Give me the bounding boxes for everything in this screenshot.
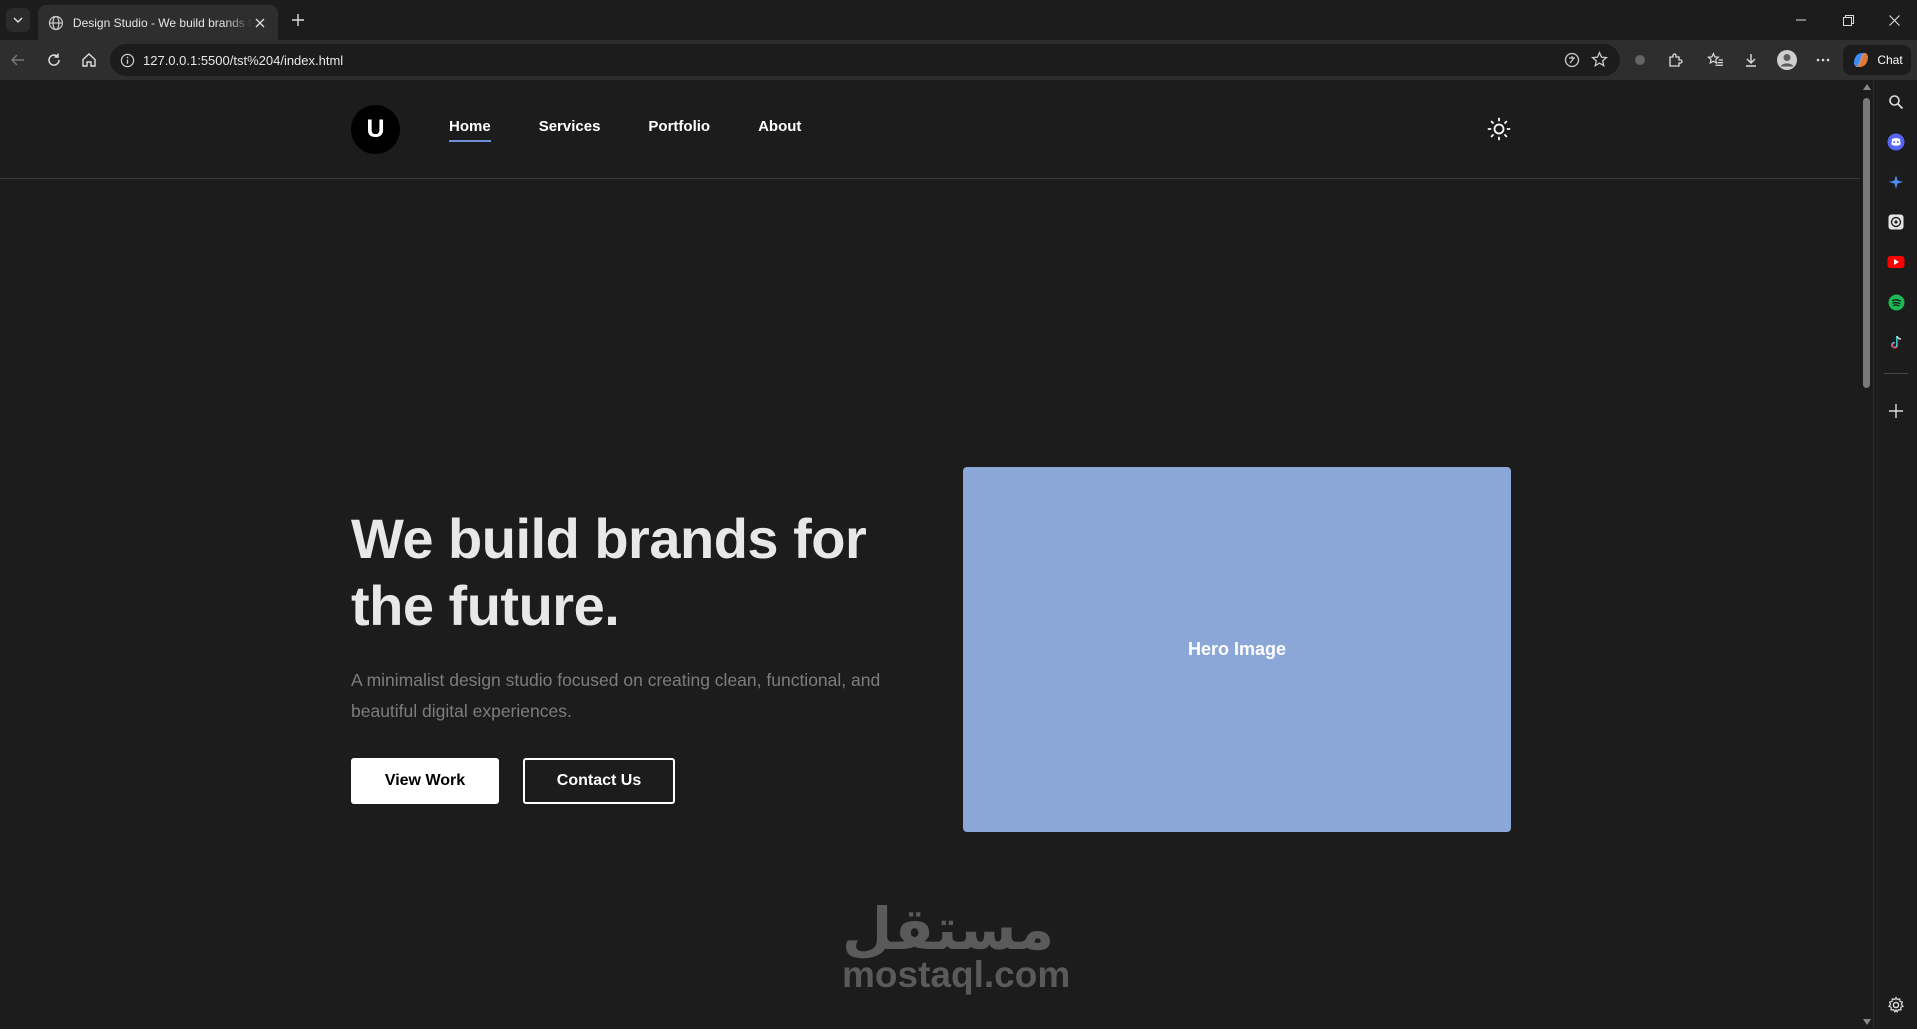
sidebar-add-button[interactable] <box>1885 400 1907 422</box>
extension-button[interactable] <box>1628 48 1652 72</box>
restore-icon <box>1842 14 1854 26</box>
sidebar-copilot-button[interactable] <box>1885 171 1907 193</box>
theme-toggle-button[interactable] <box>1486 116 1512 142</box>
add-icon <box>1889 404 1903 418</box>
nav-home[interactable]: Home <box>449 118 491 142</box>
home-button[interactable] <box>77 48 101 72</box>
chatgpt-icon <box>1888 214 1904 230</box>
sidebar-tiktok-button[interactable] <box>1885 331 1907 353</box>
scrollbar-thumb[interactable] <box>1863 98 1870 388</box>
reload-button[interactable] <box>42 48 66 72</box>
view-work-button[interactable]: View Work <box>351 758 499 804</box>
nav-portfolio[interactable]: Portfolio <box>648 118 710 135</box>
chevron-down-icon <box>13 17 23 24</box>
translate-icon[interactable] <box>1564 52 1580 68</box>
more-horizontal-icon <box>1816 58 1830 62</box>
contact-us-button[interactable]: Contact Us <box>523 758 675 804</box>
browser-tab-bar: Design Studio - We build brands for the … <box>0 0 1917 40</box>
copilot-chat-button[interactable]: Chat <box>1843 45 1911 75</box>
close-window-button[interactable] <box>1871 6 1917 34</box>
hero-image-placeholder: Hero Image <box>963 467 1511 832</box>
site-header: U Home Services Portfolio About <box>0 80 1860 179</box>
settings-and-more-button[interactable] <box>1811 48 1835 72</box>
sidebar-spotify-button[interactable] <box>1885 291 1907 313</box>
nav-about[interactable]: About <box>758 118 801 135</box>
scroll-up-arrow-icon[interactable] <box>1863 84 1871 90</box>
sidebar-youtube-button[interactable] <box>1885 251 1907 273</box>
address-bar[interactable]: 127.0.0.1:5500/tst%204/index.html <box>110 44 1620 76</box>
favorites-button[interactable] <box>1703 48 1727 72</box>
favorites-list-icon <box>1706 51 1723 66</box>
browser-toolbar: 127.0.0.1:5500/tst%204/index.html Chat <box>0 40 1917 80</box>
tiktok-icon <box>1891 335 1902 349</box>
close-icon <box>255 18 265 27</box>
close-tab-button[interactable] <box>252 15 268 31</box>
spotify-icon <box>1888 294 1904 310</box>
nav-services[interactable]: Services <box>539 118 601 135</box>
tab-title: Design Studio - We build brands for the … <box>72 15 252 30</box>
youtube-icon <box>1887 256 1905 268</box>
copilot-icon <box>1854 53 1869 67</box>
close-icon <box>1888 14 1900 26</box>
arrow-left-icon <box>10 54 24 66</box>
watermark-latin: mostaql.com <box>842 954 1071 995</box>
sidebar-search-button[interactable] <box>1885 91 1907 113</box>
sidebar-discord-button[interactable] <box>1885 131 1907 153</box>
sidebar-settings-button[interactable] <box>1885 994 1907 1016</box>
hero-title: We build brands for the future. <box>351 507 867 637</box>
address-url[interactable]: 127.0.0.1:5500/tst%204/index.html <box>143 53 343 68</box>
home-icon <box>82 53 96 67</box>
minimize-button[interactable] <box>1778 6 1824 34</box>
mostaql-watermark: مستقل mostaql.com <box>842 895 1071 996</box>
tab-actions-menu-button[interactable] <box>6 8 30 32</box>
reload-icon <box>48 53 60 66</box>
downloads-button[interactable] <box>1739 48 1763 72</box>
plus-icon <box>292 14 304 26</box>
extensions-button[interactable] <box>1663 48 1687 72</box>
main-nav: Home Services Portfolio About <box>449 118 849 142</box>
page-scrollbar[interactable] <box>1860 80 1873 1029</box>
favorite-star-icon[interactable] <box>1591 51 1608 68</box>
back-button[interactable] <box>6 48 30 72</box>
avatar-icon <box>1777 50 1797 70</box>
restore-button[interactable] <box>1825 6 1871 34</box>
sidebar-chatgpt-button[interactable] <box>1885 211 1907 233</box>
globe-icon <box>48 15 64 30</box>
browser-sidebar <box>1873 80 1917 1029</box>
puzzle-icon <box>1669 53 1683 67</box>
extension-blob-icon <box>1635 55 1645 65</box>
hero-subtitle: A minimalist design studio focused on cr… <box>351 670 881 721</box>
logo-letter: U <box>366 115 385 143</box>
settings-icon <box>1888 996 1904 1013</box>
sidebar-divider <box>1884 373 1908 374</box>
discord-icon <box>1887 133 1905 151</box>
chat-label: Chat <box>1877 53 1903 67</box>
sparkle-icon <box>1889 175 1903 189</box>
sun-icon <box>1487 117 1511 141</box>
search-icon <box>1889 95 1904 110</box>
hero-image-label: Hero Image <box>1187 639 1287 659</box>
browser-tab[interactable]: Design Studio - We build brands for the … <box>38 5 278 40</box>
scroll-down-arrow-icon[interactable] <box>1863 1019 1871 1025</box>
minimize-icon <box>1796 19 1806 21</box>
new-tab-button[interactable] <box>288 10 308 30</box>
site-logo[interactable]: U <box>351 105 400 154</box>
watermark-arabic: مستقل <box>842 895 1055 963</box>
info-icon[interactable] <box>120 53 135 68</box>
profile-button[interactable] <box>1775 48 1799 72</box>
download-icon <box>1746 54 1756 67</box>
page-viewport: U Home Services Portfolio About We build… <box>0 80 1860 1029</box>
